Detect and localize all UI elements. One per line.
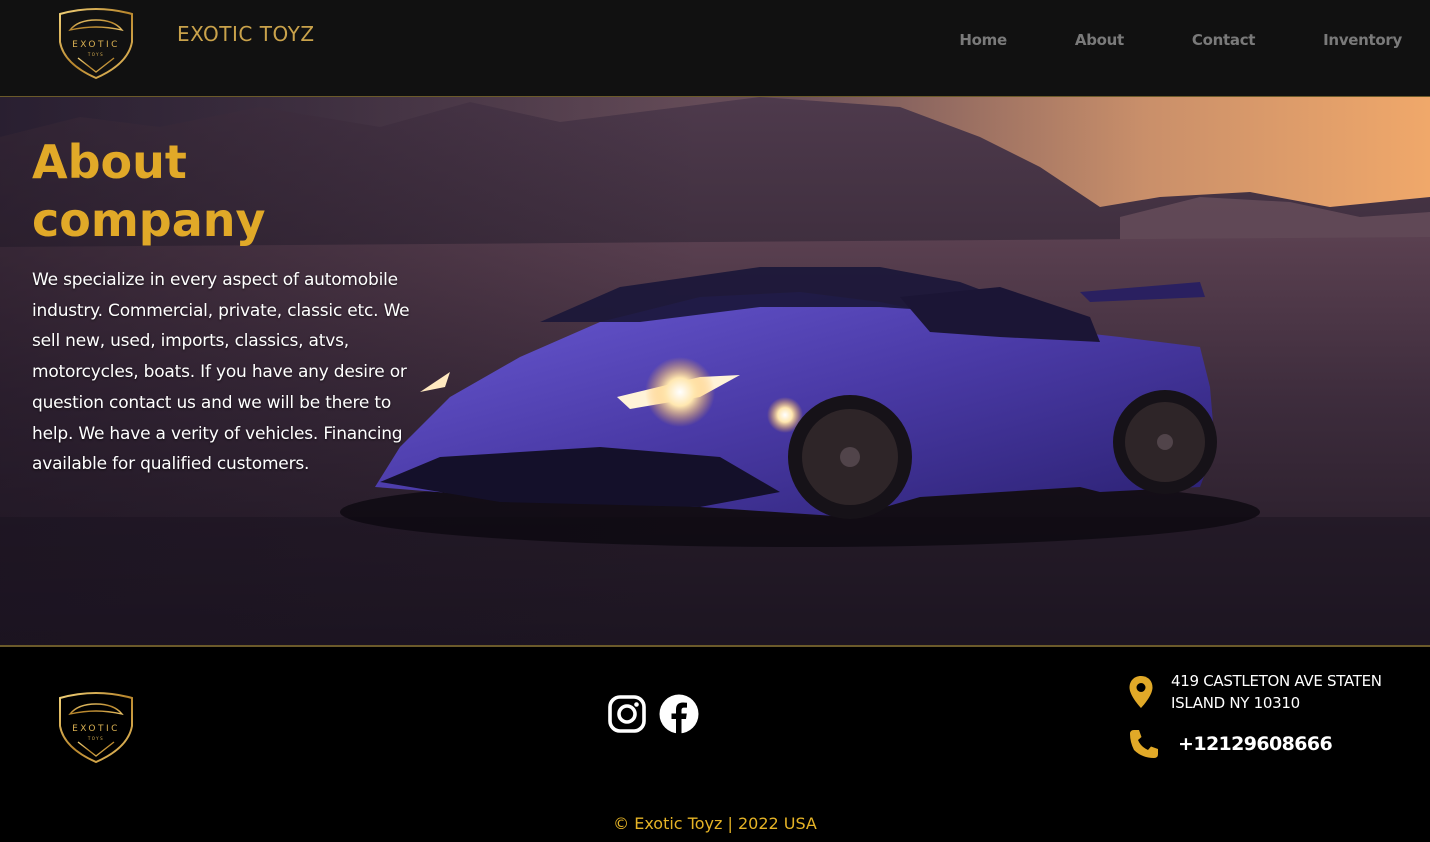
page-title: About company (32, 133, 332, 249)
brand-name[interactable]: EXOTIC TOYZ (177, 22, 315, 46)
site-footer: EXOTIC TOYS 419 CASTLETON AVE STATEN ISL… (0, 648, 1430, 842)
header-logo[interactable]: EXOTIC TOYS (56, 6, 136, 80)
nav-inventory[interactable]: Inventory (1323, 31, 1402, 49)
phone-icon (1130, 730, 1158, 758)
footer-logo[interactable]: EXOTIC TOYS (56, 690, 136, 764)
shield-logo-icon: EXOTIC TOYS (59, 8, 133, 80)
social-links (607, 694, 699, 734)
about-hero: About company We specialize in every asp… (0, 97, 1430, 647)
svg-text:EXOTIC: EXOTIC (72, 724, 120, 734)
copyright-text: © Exotic Toyz | 2022 USA (613, 814, 817, 833)
shield-logo-icon: EXOTIC TOYS (59, 692, 133, 764)
nav-about[interactable]: About (1075, 31, 1124, 49)
svg-text:TOYS: TOYS (87, 736, 104, 741)
nav-contact[interactable]: Contact (1192, 31, 1256, 49)
address-block: 419 CASTLETON AVE STATEN ISLAND NY 10310 (1128, 670, 1401, 714)
phone-block: +12129608666 (1128, 728, 1333, 760)
svg-text:TOYS: TOYS (87, 52, 104, 57)
facebook-icon[interactable] (659, 694, 699, 734)
about-description: We specialize in every aspect of automob… (32, 270, 410, 475)
title-line-1: About (32, 135, 187, 189)
nav-home[interactable]: Home (959, 31, 1007, 49)
instagram-icon[interactable] (607, 694, 647, 734)
site-header: EXOTIC TOYS EXOTIC TOYZ Home About Conta… (0, 0, 1430, 97)
title-line-2: company (32, 193, 266, 247)
location-pin-icon (1129, 676, 1153, 708)
address-text: 419 CASTLETON AVE STATEN ISLAND NY 10310 (1171, 672, 1382, 712)
phone-number[interactable]: +12129608666 (1178, 733, 1333, 755)
main-nav: Home About Contact Inventory (891, 31, 1402, 49)
svg-text:EXOTIC: EXOTIC (72, 40, 120, 50)
